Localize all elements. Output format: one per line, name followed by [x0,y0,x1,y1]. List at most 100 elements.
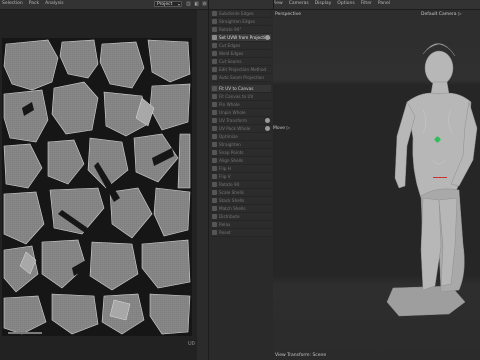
uv-editor[interactable]: U0 [0,10,197,360]
gizmo-x-axis[interactable] [433,177,447,178]
settings-badge-icon[interactable] [265,118,270,123]
tool-icon [212,206,217,211]
tool-item-label: Optimize [219,134,238,139]
tool-panel-header [209,0,273,10]
tool-item[interactable]: Distribute [211,213,271,221]
tool-item[interactable]: Auto Seam Projection [211,74,271,82]
tool-item[interactable]: Straighten [211,141,271,149]
menu-selection[interactable]: Selection [2,1,23,6]
tool-item[interactable]: UV Pack Whole [211,125,271,133]
uv-tile[interactable] [2,38,192,336]
tool-item[interactable]: Flip V [211,173,271,181]
tool-item[interactable]: Reset [211,229,271,237]
tool-item[interactable]: Unpin Whole [211,109,271,117]
tool-icon [212,75,217,80]
tool-item[interactable]: Match Shells [211,205,271,213]
tool-item[interactable]: Fit Canvas to UV [211,93,271,101]
uv-menu-bar: Selection Pack Analysis [2,1,64,6]
uv-shells[interactable] [2,38,192,336]
tool-item[interactable]: Fit UV to Canvas [211,85,271,93]
menu-pack[interactable]: Pack [29,1,39,6]
tool-icon [212,51,217,56]
tool-icon [212,110,217,115]
tool-item[interactable]: UV Transform [211,117,271,125]
menu-panel[interactable]: Panel [378,1,390,6]
tool-item-label: Fit Canvas to UV [219,94,254,99]
tool-item[interactable]: Optimize [211,133,271,141]
mode-select[interactable]: Project ▾ [154,1,182,7]
tool-icon [212,190,217,195]
tool-item[interactable]: Align Shells [211,157,271,165]
tool-item[interactable]: Snap Points [211,149,271,157]
tool-item[interactable]: Subdivide Edges [211,10,271,18]
tool-item[interactable]: Set UVW from Projection [211,34,271,42]
tool-icon [212,94,217,99]
uv-shell [3,89,49,143]
tool-icon [212,67,217,72]
tool-icon [212,35,217,40]
uv-shell [153,187,191,237]
tool-item-label: Straighten [219,142,241,147]
tool-item-label: UV Transform [219,118,248,123]
uv-shell [3,39,59,91]
menu-options[interactable]: Options [337,1,354,6]
tool-icon [212,43,217,48]
tool-item[interactable]: Cut Seams [211,58,271,66]
tool-item-label: Edit Projection Method [219,67,267,72]
uv-shell [59,39,99,79]
tool-item[interactable]: Rotate 90 [211,181,271,189]
tool-item-label: Set UVW from Projection [219,35,271,40]
settings-badge-icon[interactable] [265,35,270,40]
menu-display[interactable]: Display [315,1,332,6]
viewport-menu-bar: View Cameras Display Options Filter Pane… [272,1,390,6]
tool-icon [212,134,217,139]
uv-shell [3,191,45,245]
uv-toolbar-icons: ▢ ◧ ⚙ [186,1,207,6]
tool-item-label: Auto Seam Projection [219,75,264,80]
tool-item[interactable]: Edit Projection Method [211,66,271,74]
uv-tile-label: U0 [188,341,195,347]
tool-item[interactable]: Rotate 90° [211,26,271,34]
uv-shell [3,143,43,189]
chevron-down-icon: ▾ [177,2,180,7]
select-icon[interactable]: ▢ [186,1,191,6]
tool-item[interactable]: Weld Edges [211,50,271,58]
tool-item-label: Match Shells [219,206,246,211]
tool-item-label: Reset [219,230,231,235]
tool-item[interactable]: Stack Shells [211,197,271,205]
menu-cameras[interactable]: Cameras [289,1,309,6]
tool-item[interactable]: Flip H [211,165,271,173]
tool-item[interactable]: Cut Edges [211,42,271,50]
settings-badge-icon[interactable] [265,126,270,131]
tool-item-label: Rotate 90° [219,27,242,32]
tool-item-label: Cut Seams [219,59,242,64]
3d-viewport[interactable]: Perspective Default Camera ▷ Move ▷ View… [273,10,480,360]
mode-select-value: Project [157,2,173,7]
statue-model[interactable] [273,10,480,360]
settings-icon[interactable]: ⚙ [202,1,207,6]
tool-item[interactable]: Scale Shells [211,189,271,197]
tool-icon [212,182,217,187]
tool-icon [212,19,217,24]
tool-item[interactable]: Relax [211,221,271,229]
tool-item-label: Rotate 90 [219,182,240,187]
menu-analysis[interactable]: Analysis [45,1,64,6]
uv-shell [51,81,99,135]
tool-item-label: Distribute [219,214,240,219]
uv-shell [99,41,145,89]
tool-icon [212,222,217,227]
view-icon[interactable]: ◧ [194,1,199,6]
tool-item[interactable]: Straighten Edges [211,18,271,26]
tool-icon [212,214,217,219]
tool-item[interactable]: Pin Whole [211,101,271,109]
tool-icon [212,102,217,107]
tool-icon [212,198,217,203]
uv-shell [147,39,191,83]
tool-icon [212,11,217,16]
tool-panel: Subdivide Edges Straighten Edges Rotate 90… [208,0,274,360]
statue-body [386,43,478,317]
tool-icon [212,59,217,64]
tool-item-label: Cut Edges [219,43,241,48]
menu-filter[interactable]: Filter [361,1,372,6]
tool-icon [212,174,217,179]
